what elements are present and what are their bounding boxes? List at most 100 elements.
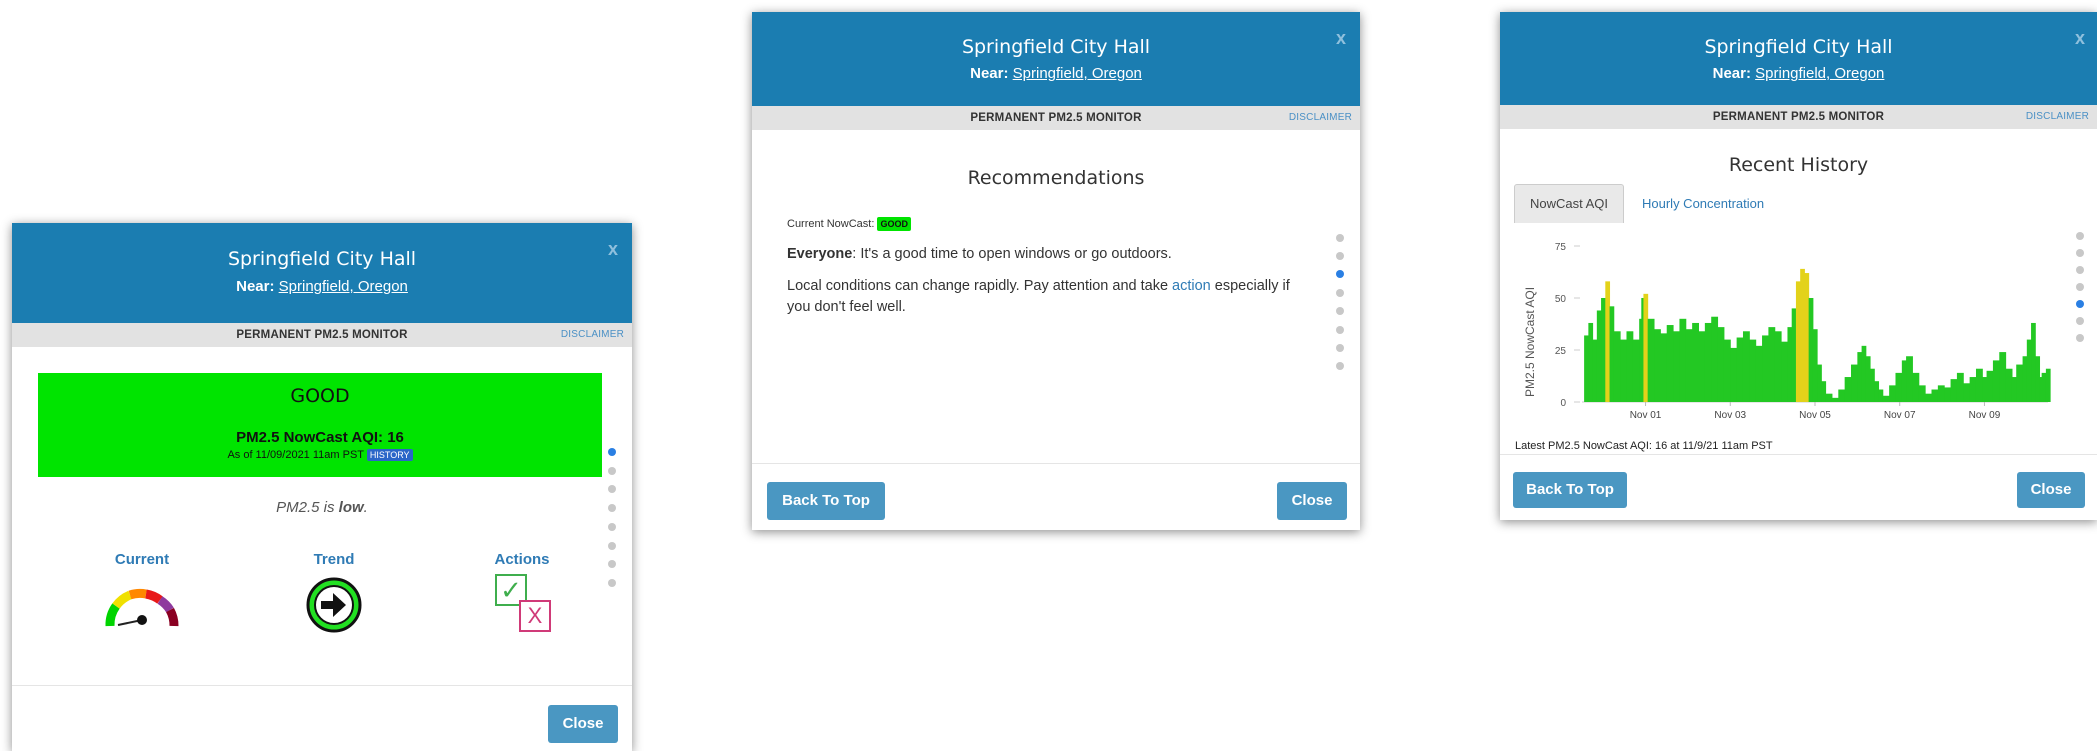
- data-bar: [1787, 327, 1793, 402]
- x-tick-label: Nov 05: [1799, 410, 1831, 421]
- page-dot[interactable]: [608, 485, 616, 493]
- page-dot[interactable]: [2076, 232, 2084, 240]
- page-dot[interactable]: [1336, 270, 1344, 278]
- data-bar: [1925, 393, 1932, 402]
- data-bar: [1605, 281, 1611, 402]
- data-bar: [1685, 329, 1693, 402]
- close-button[interactable]: Close: [1277, 482, 1347, 520]
- data-bar: [1956, 372, 1964, 402]
- page-dot[interactable]: [2076, 283, 2084, 291]
- close-x-icon[interactable]: x: [1336, 28, 1346, 49]
- disclaimer-link[interactable]: DISCLAIMER: [1289, 106, 1352, 130]
- data-bar: [1937, 385, 1945, 402]
- disclaimer-link[interactable]: DISCLAIMER: [2026, 105, 2089, 129]
- data-bar: [1800, 268, 1805, 402]
- page-dot[interactable]: [608, 560, 616, 568]
- action-link[interactable]: action: [1172, 278, 1211, 294]
- page-dot[interactable]: [608, 504, 616, 512]
- trend-arrow-icon: [306, 577, 362, 633]
- data-bar: [1762, 335, 1769, 402]
- site-near: Near: Springfield, Oregon: [970, 65, 1142, 82]
- page-dot[interactable]: [2076, 266, 2084, 274]
- data-bar: [1963, 383, 1971, 402]
- data-bar: [1882, 395, 1890, 402]
- data-bar: [1742, 331, 1750, 402]
- data-bar: [1874, 381, 1880, 402]
- near-link[interactable]: Springfield, Oregon: [1755, 65, 1884, 82]
- y-tick-label: 25: [1555, 346, 1567, 357]
- data-bar: [2011, 377, 2017, 402]
- close-button[interactable]: Close: [2017, 472, 2085, 508]
- close-button[interactable]: Close: [548, 705, 618, 743]
- page-dot[interactable]: [2076, 300, 2084, 308]
- close-x-icon[interactable]: x: [2075, 28, 2085, 49]
- actions-section[interactable]: Actions ✓ X: [462, 551, 582, 634]
- y-tick-label: 75: [1555, 242, 1567, 253]
- data-bar: [1844, 377, 1852, 402]
- popup-header: Springfield City Hall Near: Springfield,…: [752, 12, 1360, 106]
- popup-recommendations: Springfield City Hall Near: Springfield,…: [752, 12, 1360, 530]
- page-dot[interactable]: [1336, 326, 1344, 334]
- monitor-type: PERMANENT PM2.5 MONITOR: [970, 112, 1142, 124]
- disclaimer-link[interactable]: DISCLAIMER: [561, 323, 624, 347]
- page-dot[interactable]: [2076, 317, 2084, 325]
- history-badge[interactable]: HISTORY: [366, 449, 413, 461]
- aqi-timestamp-row: As of 11/09/2021 11am PST HISTORY: [38, 449, 602, 461]
- site-near: Near: Springfield, Oregon: [236, 278, 408, 295]
- data-bar: [1982, 377, 1988, 402]
- data-bar: [1679, 318, 1687, 402]
- data-bar: [1717, 327, 1725, 402]
- page-dot[interactable]: [1336, 234, 1344, 242]
- page-dot[interactable]: [608, 448, 616, 456]
- near-link[interactable]: Springfield, Oregon: [1013, 65, 1142, 82]
- data-bar: [1620, 339, 1627, 402]
- page-dot[interactable]: [1336, 344, 1344, 352]
- data-bar: [1698, 331, 1706, 402]
- aqi-value: PM2.5 NowCast AQI: 16: [236, 429, 404, 446]
- x-box-icon: X: [519, 600, 551, 632]
- nowcast-badge: GOOD: [877, 217, 911, 231]
- back-to-top-button[interactable]: Back To Top: [767, 482, 885, 520]
- trend-section[interactable]: Trend: [274, 551, 394, 640]
- page-dot[interactable]: [2076, 334, 2084, 342]
- page-dot[interactable]: [608, 523, 616, 531]
- pm-level-text: PM2.5 is low.: [276, 499, 368, 516]
- data-bar: [1838, 389, 1846, 402]
- current-section[interactable]: Current: [82, 551, 202, 639]
- near-link[interactable]: Springfield, Oregon: [279, 278, 408, 295]
- data-bar: [1768, 327, 1776, 402]
- data-bar: [1592, 339, 1598, 402]
- data-bar: [1660, 333, 1668, 402]
- y-tick-labels: 75 50 25 0: [1555, 242, 1567, 409]
- data-bar: [1992, 360, 2000, 402]
- y-tick-label: 50: [1555, 294, 1567, 305]
- data-bar: [1812, 329, 1818, 402]
- popup-header: Springfield City Hall Near: Springfield,…: [12, 223, 632, 323]
- page-dot[interactable]: [608, 467, 616, 475]
- data-bar: [2035, 356, 2041, 402]
- page-dot[interactable]: [2076, 249, 2084, 257]
- page-dot[interactable]: [1336, 289, 1344, 297]
- current-label: Current: [114, 551, 170, 568]
- page-dot[interactable]: [1336, 252, 1344, 260]
- y-tick-label: 0: [1560, 398, 1566, 409]
- page-dot[interactable]: [1336, 307, 1344, 315]
- tab-nowcast-aqi[interactable]: NowCast AQI: [1514, 184, 1624, 223]
- footer-divider: [752, 463, 1360, 464]
- data-bar: [1654, 329, 1661, 402]
- page-dot[interactable]: [608, 579, 616, 587]
- x-tick-label: Nov 01: [1630, 410, 1662, 421]
- x-tick-label: Nov 07: [1884, 410, 1916, 421]
- popup-header: Springfield City Hall Near: Springfield,…: [1500, 12, 2097, 105]
- close-x-icon[interactable]: x: [608, 239, 618, 260]
- page-dot[interactable]: [608, 542, 616, 550]
- trend-label: Trend: [313, 551, 355, 568]
- data-bar: [1901, 360, 1907, 402]
- data-bar: [1804, 273, 1810, 402]
- back-to-top-button[interactable]: Back To Top: [1513, 472, 1627, 508]
- tab-hourly-concentration[interactable]: Hourly Concentration: [1642, 196, 1764, 211]
- page-dot[interactable]: [1336, 362, 1344, 370]
- nowcast-row: Current NowCast: GOOD: [787, 217, 911, 231]
- data-bar: [1817, 364, 1822, 402]
- data-bar: [1791, 308, 1797, 402]
